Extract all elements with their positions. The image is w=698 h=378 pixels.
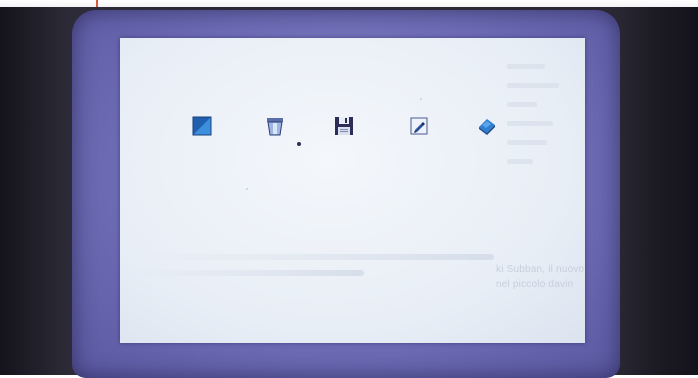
red-mark bbox=[96, 0, 98, 7]
ghost-text-column bbox=[507, 64, 567, 234]
eraser-icon[interactable] bbox=[477, 116, 497, 136]
caption-line-1: ki Subban, il nuovo system sesi computer bbox=[496, 264, 585, 275]
blue-square-icon[interactable] bbox=[192, 116, 212, 136]
caption-line-2: nel piccolo davin bbox=[496, 279, 574, 290]
screen-speck bbox=[246, 188, 248, 190]
desktop-screen: ki Subban, il nuovo system sesi computer… bbox=[120, 38, 585, 343]
pen-document-icon[interactable] bbox=[409, 116, 429, 136]
screen-speck bbox=[420, 98, 422, 100]
faint-caption-lines bbox=[134, 254, 494, 324]
screen-caption: ki Subban, il nuovo system sesi computer… bbox=[496, 262, 585, 292]
top-border bbox=[0, 0, 698, 7]
trash-can-icon[interactable] bbox=[265, 116, 285, 136]
floppy-disk-icon[interactable] bbox=[334, 116, 354, 136]
mouse-pointer-dot bbox=[297, 142, 301, 146]
